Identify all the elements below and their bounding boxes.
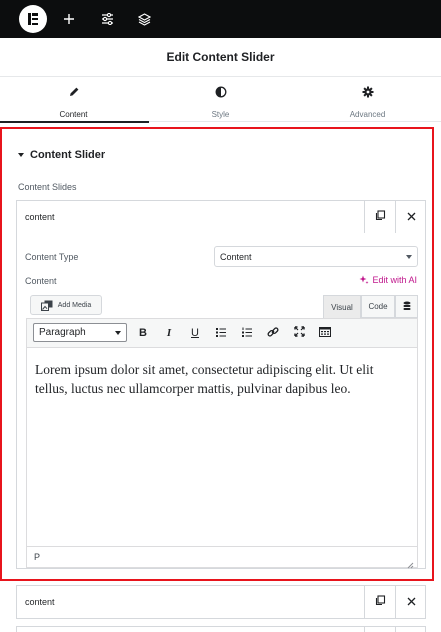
media-icon	[40, 300, 53, 311]
bullet-list-icon	[216, 327, 226, 340]
caret-down-icon	[18, 153, 24, 157]
underline-button[interactable]: U	[184, 323, 206, 343]
bold-button[interactable]: B	[132, 323, 154, 343]
copy-icon	[375, 593, 386, 611]
repeater-item-header[interactable]: content	[16, 585, 426, 619]
elementor-logo-icon[interactable]	[19, 5, 47, 33]
repeater-label: Content Slides	[18, 182, 77, 192]
edit-ai-label: Edit with AI	[372, 275, 417, 285]
edit-with-ai-button[interactable]: Edit with AI	[359, 275, 417, 285]
duplicate-button[interactable]	[364, 627, 395, 632]
format-select[interactable]: Paragraph	[33, 323, 127, 342]
top-bar	[0, 0, 441, 38]
add-media-button[interactable]: Add Media	[30, 295, 102, 315]
tab-advanced[interactable]: Advanced	[294, 77, 441, 122]
italic-icon: I	[166, 327, 172, 339]
tab-visual[interactable]: Visual	[323, 295, 361, 318]
section-title: Content Slider	[30, 149, 106, 161]
sliders-icon[interactable]	[97, 9, 117, 29]
layers-icon[interactable]	[134, 9, 154, 29]
repeater-item-title[interactable]: content	[25, 201, 55, 233]
italic-button[interactable]: I	[158, 323, 180, 343]
editor-content[interactable]: Lorem ipsum dolor sit amet, consectetur …	[35, 360, 407, 398]
editor-toolbar: Paragraph B I U	[27, 319, 417, 348]
toolbar-toggle-icon	[319, 326, 331, 340]
chevron-down-icon	[406, 255, 412, 259]
database-icon	[403, 301, 411, 313]
content-type-select[interactable]: Content	[214, 246, 418, 267]
editor-statusbar: P	[27, 546, 417, 567]
repeater-item-header[interactable]: content	[16, 200, 426, 234]
panel-title: Edit Content Slider	[0, 38, 441, 77]
copy-icon	[375, 208, 386, 226]
select-value: Content	[220, 251, 252, 262]
bold-icon: B	[139, 327, 147, 339]
toolbar-toggle-button[interactable]	[314, 323, 336, 343]
half-circle-icon	[215, 85, 227, 103]
format-value: Paragraph	[39, 327, 86, 338]
wysiwyg-editor: Paragraph B I U Lorem ipsum dolor sit am…	[26, 318, 418, 569]
close-icon	[407, 208, 416, 226]
link-button[interactable]	[262, 323, 284, 343]
tab-label: Content	[59, 110, 88, 119]
tab-style[interactable]: Style	[147, 77, 294, 122]
numbered-list-button[interactable]	[236, 323, 258, 343]
tab-label: Style	[211, 110, 230, 119]
repeater-item-title[interactable]: content	[25, 586, 55, 618]
chevron-down-icon	[115, 331, 121, 335]
remove-button[interactable]	[395, 201, 426, 233]
content-label: Content	[25, 276, 57, 286]
panel-tabs: Content Style Advanced	[0, 77, 441, 123]
tab-label: Advanced	[349, 110, 386, 119]
bullet-list-button[interactable]	[210, 323, 232, 343]
add-media-label: Add Media	[57, 301, 92, 309]
plus-icon[interactable]	[59, 9, 79, 29]
tab-code[interactable]: Code	[361, 295, 395, 318]
fullscreen-button[interactable]	[288, 323, 310, 343]
pencil-icon	[68, 85, 80, 103]
repeater-item-header[interactable]	[16, 626, 426, 632]
link-icon	[267, 326, 279, 341]
element-path[interactable]: P	[34, 552, 40, 562]
resize-handle-icon[interactable]	[406, 556, 414, 569]
section-header[interactable]: Content Slider	[18, 149, 105, 161]
close-icon	[407, 593, 416, 611]
sparkle-icon	[359, 275, 369, 285]
content-type-label: Content Type	[25, 252, 79, 262]
duplicate-button[interactable]	[364, 586, 395, 618]
tab-content[interactable]: Content	[0, 77, 149, 123]
fullscreen-icon	[293, 326, 305, 340]
numbered-list-icon	[242, 327, 252, 340]
remove-button[interactable]	[395, 586, 426, 618]
duplicate-button[interactable]	[364, 201, 395, 233]
gear-icon	[362, 85, 374, 103]
remove-button[interactable]	[395, 627, 426, 632]
underline-icon: U	[191, 327, 199, 339]
editor-options-button[interactable]	[395, 295, 418, 318]
